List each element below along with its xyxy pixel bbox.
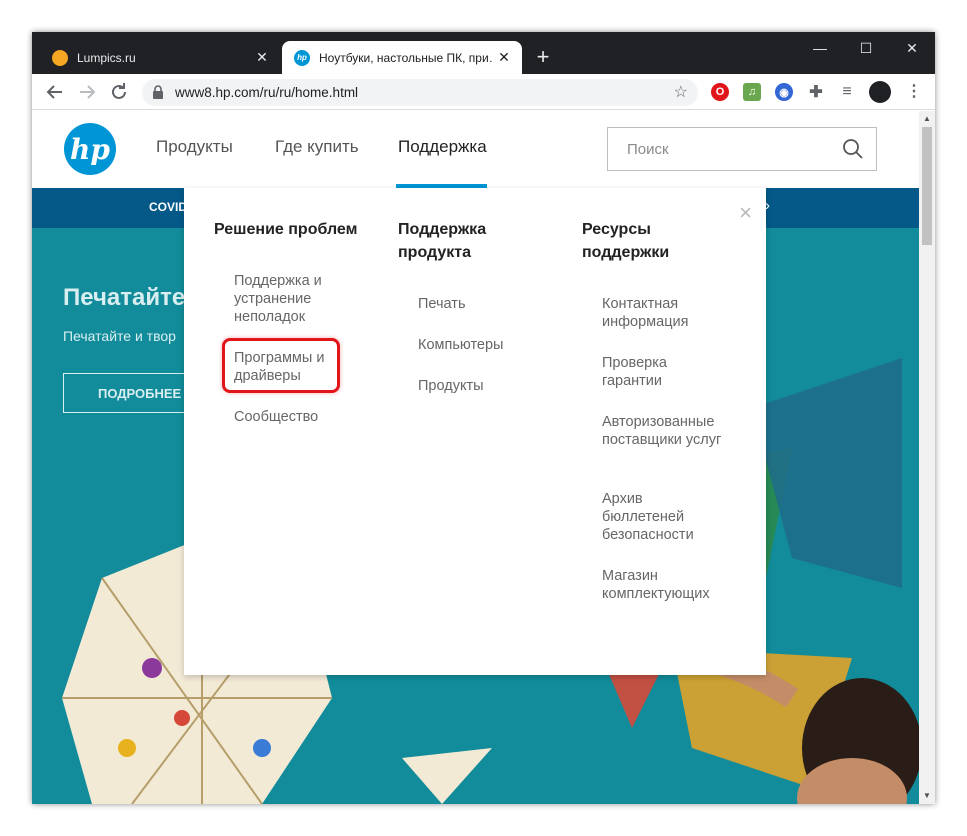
opera-icon[interactable]: O — [711, 83, 729, 101]
lock-icon — [153, 85, 163, 99]
close-icon[interactable]: ✕ — [494, 49, 514, 66]
tab-lumpics[interactable]: Lumpics.ru ✕ — [40, 41, 280, 74]
tab-title: Lumpics.ru — [77, 50, 136, 65]
scroll-up-icon[interactable]: ▲ — [919, 111, 935, 127]
hp-favicon-icon: hp — [294, 49, 310, 66]
address-bar[interactable]: www8.hp.com/ru/ru/home.html ☆ — [142, 79, 698, 106]
column-product-support: Поддержка продукта — [398, 218, 528, 264]
media-queue-icon[interactable]: ≡ — [838, 83, 856, 101]
column-troubleshooting: Решение проблем — [214, 218, 384, 241]
scrollbar-thumb[interactable] — [922, 127, 932, 245]
search-input[interactable] — [608, 128, 838, 170]
browser-toolbar: www8.hp.com/ru/ru/home.html ☆ O ♫ ◉ ✚ ≡ … — [32, 74, 935, 110]
link-support-troubleshooting[interactable]: Поддержка и устранение неполадок — [234, 272, 354, 326]
hp-header: hp Продукты Где купить Поддержка — [32, 111, 919, 188]
page-scrollbar[interactable]: ▲ ▼ — [919, 111, 935, 804]
hp-logo[interactable]: hp — [64, 123, 116, 175]
link-computers[interactable]: Компьютеры — [418, 336, 503, 354]
banner-text: COVID — [149, 200, 188, 214]
link-parts-store[interactable]: Магазин комплектующих — [602, 567, 732, 603]
link-warranty-check[interactable]: Проверка гарантии — [602, 354, 702, 390]
nav-support[interactable]: Поддержка — [398, 137, 487, 157]
link-printing[interactable]: Печать — [418, 295, 466, 313]
reload-icon[interactable] — [107, 80, 131, 104]
new-tab-button[interactable]: + — [530, 44, 556, 70]
link-security-bulletins[interactable]: Архив бюллетеней безопасности — [602, 490, 712, 544]
column-heading: Ресурсы поддержки — [582, 221, 670, 261]
nav-where-to-buy[interactable]: Где купить — [275, 137, 359, 157]
music-icon[interactable]: ♫ — [743, 83, 761, 101]
minimize-button[interactable]: — — [797, 36, 843, 60]
link-authorized-providers[interactable]: Авторизованные поставщики услуг — [602, 413, 727, 449]
link-contact-info[interactable]: Контактная информация — [602, 295, 712, 331]
column-support-resources: Ресурсы поддержки — [582, 218, 702, 264]
scroll-down-icon[interactable]: ▼ — [919, 788, 935, 804]
lumpics-favicon-icon — [52, 49, 68, 66]
browser-window: Lumpics.ru ✕ hp Ноутбуки, настольные ПК,… — [32, 32, 935, 804]
link-community[interactable]: Сообщество — [234, 408, 354, 426]
support-dropdown: × Решение проблем Поддержка и устранение… — [184, 188, 766, 675]
tab-strip: Lumpics.ru ✕ hp Ноутбуки, настольные ПК,… — [32, 32, 935, 74]
close-window-button[interactable]: ✕ — [889, 36, 935, 60]
link-products[interactable]: Продукты — [418, 377, 484, 395]
forward-arrow-icon[interactable] — [75, 80, 99, 104]
tab-hp[interactable]: hp Ноутбуки, настольные ПК, при… ✕ — [282, 41, 522, 74]
bookmark-star-icon[interactable]: ☆ — [674, 82, 688, 102]
profile-avatar-icon[interactable] — [869, 81, 891, 103]
url-text: www8.hp.com/ru/ru/home.html — [175, 85, 359, 100]
search-box[interactable] — [607, 127, 877, 171]
hp-page: Печатайте Печатайте и твор ПОДРОБНЕЕ COV… — [32, 111, 919, 804]
vpn-globe-icon[interactable]: ◉ — [775, 83, 793, 101]
maximize-button[interactable]: ☐ — [843, 36, 889, 60]
column-heading: Поддержка продукта — [398, 221, 487, 261]
highlight-frame — [222, 338, 340, 393]
hero-title: Печатайте — [63, 284, 186, 311]
search-icon[interactable] — [842, 138, 864, 160]
close-icon[interactable]: ✕ — [252, 49, 272, 66]
column-heading: Решение проблем — [214, 221, 358, 238]
puzzle-icon[interactable]: ✚ — [807, 83, 825, 101]
nav-products[interactable]: Продукты — [156, 137, 233, 157]
hero-subtitle: Печатайте и твор — [63, 328, 176, 344]
close-icon[interactable]: × — [739, 202, 752, 224]
back-arrow-icon[interactable] — [43, 80, 67, 104]
browser-menu-icon[interactable]: ⋮ — [906, 82, 922, 102]
tab-title: Ноутбуки, настольные ПК, при… — [319, 50, 494, 65]
